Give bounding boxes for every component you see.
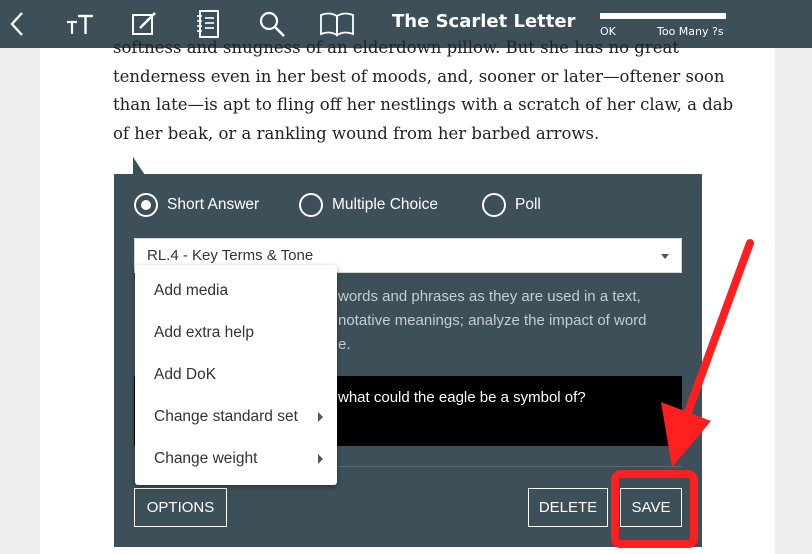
menu-item-label: Add DoK <box>154 366 217 383</box>
annotation-arrow <box>661 239 754 467</box>
menu-item-label: Add media <box>154 282 229 299</box>
menu-item-add-dok[interactable]: Add DoK <box>135 354 337 396</box>
menu-item-add-extra-help[interactable]: Add extra help <box>135 312 337 354</box>
chevron-right-icon <box>318 454 323 464</box>
menu-item-change-standard-set[interactable]: Change standard set <box>135 396 337 438</box>
menu-item-label: Add extra help <box>154 324 254 341</box>
menu-item-add-media[interactable]: Add media <box>135 270 337 312</box>
options-menu: Add media Add extra help Add DoK Change … <box>135 265 337 485</box>
menu-item-label: Change standard set <box>154 408 298 425</box>
menu-item-change-weight[interactable]: Change weight <box>135 438 337 480</box>
menu-item-label: Change weight <box>154 450 258 467</box>
chevron-right-icon <box>318 412 323 422</box>
